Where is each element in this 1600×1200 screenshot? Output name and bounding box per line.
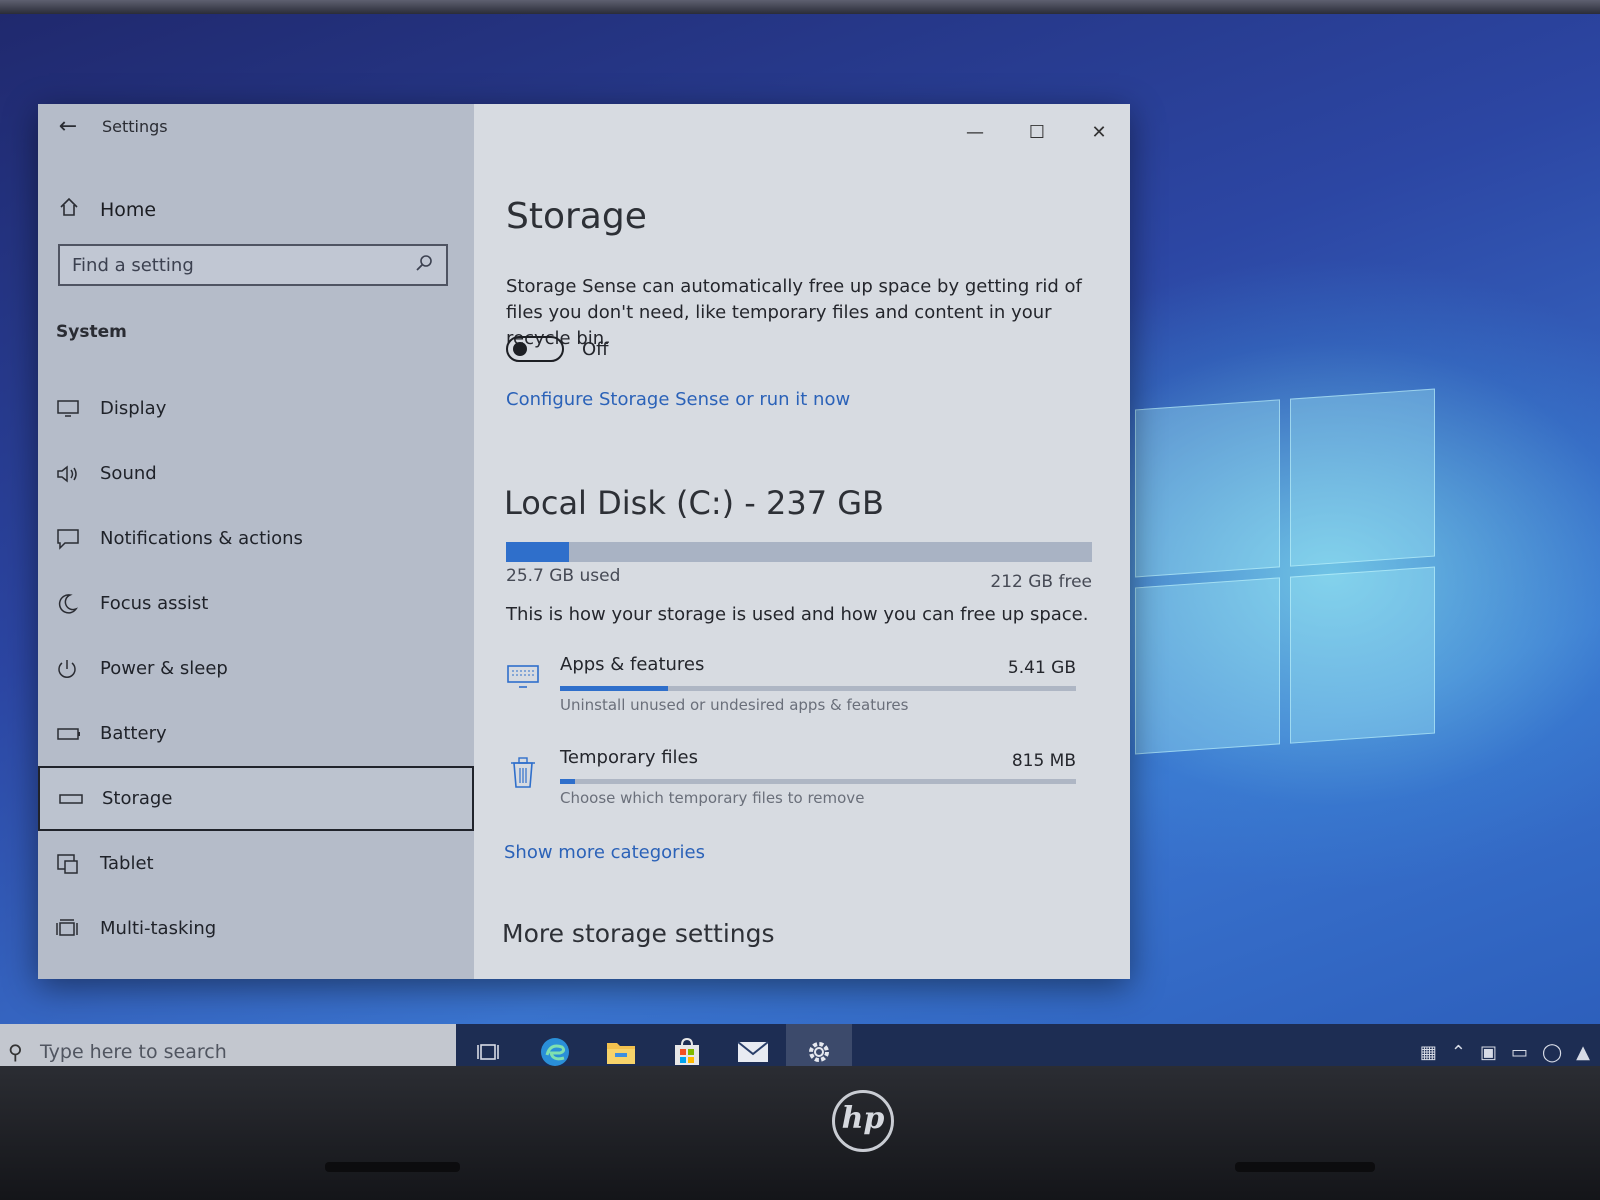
taskbar-search-placeholder: Type here to search [40,1041,227,1063]
settings-search-input[interactable]: Find a setting [58,244,448,286]
news-widget-icon[interactable]: ▦ [1420,1042,1437,1063]
window-controls: — ☐ ✕ [944,122,1130,143]
category-temporary-files[interactable]: Temporary files 815 MB Choose which temp… [506,747,1076,817]
usage-explanation: This is how your storage is used and how… [506,604,1089,625]
notification-icon [56,528,100,550]
settings-window: ← Settings Home Find a setting System Di… [38,104,1130,979]
disk-usage-bar [506,542,1092,562]
minimize-button[interactable]: — [944,122,1006,143]
category-bar-fill [560,686,669,691]
settings-sidebar: ← Settings Home Find a setting System Di… [38,104,474,979]
power-icon [56,658,100,680]
category-bar [560,686,1076,691]
category-size: 815 MB [1011,751,1076,771]
multitasking-icon [56,918,100,940]
display-icon [56,399,100,419]
nav-label: Display [100,398,167,419]
nav-label: Tablet [100,853,154,874]
monitor-icon [506,662,540,696]
meet-now-icon[interactable]: ▣ [1480,1042,1497,1063]
titlebar: ← Settings [38,104,474,148]
maximize-button[interactable]: ☐ [1006,122,1068,143]
nav-label: Power & sleep [100,658,228,679]
search-placeholder: Find a setting [72,254,194,276]
search-icon [414,253,434,278]
nav-label: Focus assist [100,593,209,614]
back-arrow-icon[interactable]: ← [38,114,98,139]
category-size: 5.41 GB [1007,658,1076,678]
search-icon: ⚲ [8,1040,23,1064]
app-title: Settings [102,116,168,136]
nav-item-focus-assist[interactable]: Focus assist [38,571,474,636]
nav-label: Sound [100,463,157,484]
storage-page: — ☐ ✕ Storage Storage Sense can automati… [474,104,1130,979]
disk-title: Local Disk (C:) - 237 GB [504,484,884,522]
nav-label: Multi-tasking [100,918,217,939]
hinge-right [1235,1162,1375,1172]
home-icon [58,196,100,223]
nav-label: Storage [102,788,173,809]
chevron-up-icon[interactable]: ⌃ [1451,1042,1466,1063]
disk-free-label: 212 GB free [990,572,1092,592]
volume-icon[interactable]: ▲ [1576,1042,1590,1063]
nav-item-notifications[interactable]: Notifications & actions [38,506,474,571]
moon-icon [56,593,100,615]
hp-logo: hp [832,1090,894,1152]
page-title: Storage [506,196,647,237]
network-globe-icon[interactable]: ◯ [1542,1042,1562,1063]
category-subtitle: Choose which temporary files to remove [560,789,865,807]
toggle-state-label: Off [582,338,609,360]
nav-label: Notifications & actions [100,528,303,549]
storage-icon [58,792,102,806]
close-button[interactable]: ✕ [1068,122,1130,143]
home-link[interactable]: Home [58,196,156,223]
speaker-icon [56,464,100,484]
screen-bezel-top [0,0,1600,14]
windows-logo-wallpaper [1135,388,1435,755]
nav-label: Battery [100,723,167,744]
category-bar-fill [560,779,576,784]
storage-sense-toggle-row: Off [506,336,609,362]
section-label: System [56,322,127,342]
trash-icon [506,755,540,789]
category-name: Temporary files [560,747,698,768]
system-nav: Display Sound Notifications & actions Fo… [38,376,474,961]
battery-icon [56,727,100,741]
nav-item-battery[interactable]: Battery [38,701,474,766]
nav-item-display[interactable]: Display [38,376,474,441]
nav-item-tablet[interactable]: Tablet [38,831,474,896]
configure-storage-sense-link[interactable]: Configure Storage Sense or run it now [506,389,850,410]
home-label: Home [100,198,157,221]
more-storage-settings-heading: More storage settings [502,919,775,948]
category-name: Apps & features [560,654,705,675]
desktop: ← Settings Home Find a setting System Di… [0,14,1600,1084]
nav-item-multitasking[interactable]: Multi-tasking [38,896,474,961]
nav-item-storage[interactable]: Storage [38,766,474,831]
category-apps-features[interactable]: Apps & features 5.41 GB Uninstall unused… [506,654,1076,724]
category-subtitle: Uninstall unused or undesired apps & fea… [560,696,909,714]
disk-usage-fill [506,542,570,562]
storage-sense-toggle[interactable] [506,336,564,362]
category-bar [560,779,1076,784]
show-more-categories-link[interactable]: Show more categories [504,842,705,863]
tablet-icon [56,853,100,875]
battery-tray-icon[interactable]: ▭ [1511,1042,1528,1063]
hinge-left [325,1162,460,1172]
nav-item-sound[interactable]: Sound [38,441,474,506]
disk-used-label: 25.7 GB used [506,566,621,586]
laptop-bezel-bottom [0,1066,1600,1200]
nav-item-power-sleep[interactable]: Power & sleep [38,636,474,701]
